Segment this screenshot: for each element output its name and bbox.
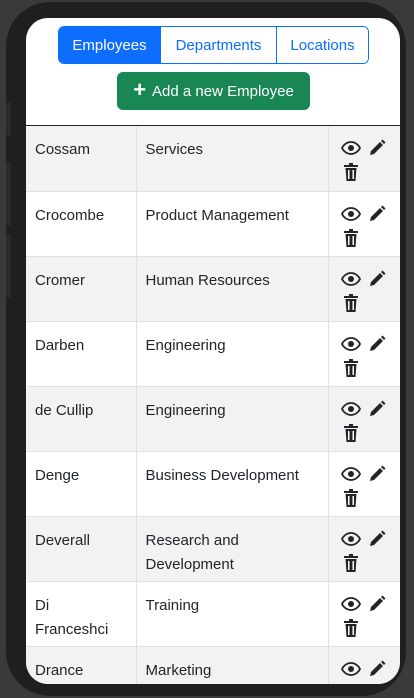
trash-icon[interactable] — [341, 228, 361, 248]
pencil-icon[interactable] — [367, 204, 387, 224]
employee-table: Cossam Services Crocombe Product Management… — [26, 126, 400, 684]
eye-icon[interactable] — [340, 594, 361, 614]
pencil-icon[interactable] — [367, 269, 387, 289]
table-row: Denge Business Development — [26, 451, 400, 517]
employee-department-cell: Product Management — [136, 191, 329, 257]
eye-icon[interactable] — [340, 464, 361, 484]
eye-icon[interactable] — [340, 138, 361, 158]
table-row: Drance Marketing — [26, 646, 400, 684]
employee-name-cell: Drance — [26, 646, 137, 684]
row-actions — [328, 581, 400, 647]
pencil-icon[interactable] — [367, 529, 387, 549]
table-row: Di Franceshci Training — [26, 581, 400, 647]
row-actions — [328, 386, 400, 452]
employee-department-cell: Engineering — [136, 321, 329, 387]
eye-icon[interactable] — [340, 529, 361, 549]
table-row: Deverall Research and Development — [26, 516, 400, 582]
employee-name-cell: Denge — [26, 451, 137, 517]
trash-icon[interactable] — [341, 162, 361, 182]
tab-locations[interactable]: Locations — [276, 27, 368, 63]
table-row: Cossam Services — [26, 126, 400, 192]
employee-department-cell: Business Development — [136, 451, 329, 517]
employee-department-cell: Marketing — [136, 646, 329, 684]
row-actions — [328, 451, 400, 517]
nav-tabs: Employees Departments Locations — [58, 26, 369, 64]
employee-name-cell: de Cullip — [26, 386, 137, 452]
tab-employees[interactable]: Employees — [59, 27, 160, 63]
pencil-icon[interactable] — [367, 334, 387, 354]
row-actions — [328, 321, 400, 387]
employee-name-cell: Darben — [26, 321, 137, 387]
app-screen: Employees Departments Locations + Add a … — [26, 18, 400, 684]
trash-icon[interactable] — [341, 293, 361, 313]
pencil-icon[interactable] — [367, 659, 387, 679]
tab-departments[interactable]: Departments — [160, 27, 276, 63]
row-actions — [328, 191, 400, 257]
side-button — [6, 234, 11, 298]
header: Employees Departments Locations + Add a … — [26, 18, 400, 126]
phone-frame: Employees Departments Locations + Add a … — [6, 2, 406, 696]
side-button — [6, 102, 11, 136]
add-employee-button[interactable]: + Add a new Employee — [117, 72, 310, 110]
employee-department-cell: Training — [136, 581, 329, 647]
table-row: Crocombe Product Management — [26, 191, 400, 257]
pencil-icon[interactable] — [367, 138, 387, 158]
employee-department-cell: Research and Development — [136, 516, 329, 582]
trash-icon[interactable] — [341, 358, 361, 378]
employee-department-cell: Services — [136, 126, 329, 192]
employee-name-cell: Deverall — [26, 516, 137, 582]
trash-icon[interactable] — [341, 488, 361, 508]
eye-icon[interactable] — [340, 269, 361, 289]
employee-name-cell: Cromer — [26, 256, 137, 322]
add-employee-label: Add a new Employee — [152, 82, 294, 100]
pencil-icon[interactable] — [367, 594, 387, 614]
trash-icon[interactable] — [341, 423, 361, 443]
table-row: de Cullip Engineering — [26, 386, 400, 452]
row-actions — [328, 516, 400, 582]
row-actions — [328, 126, 400, 192]
eye-icon[interactable] — [340, 204, 361, 224]
eye-icon[interactable] — [340, 334, 361, 354]
pencil-icon[interactable] — [367, 464, 387, 484]
table-row: Cromer Human Resources — [26, 256, 400, 322]
employee-department-cell: Human Resources — [136, 256, 329, 322]
row-actions — [328, 646, 400, 684]
plus-icon: + — [133, 77, 147, 102]
trash-icon[interactable] — [341, 618, 361, 638]
eye-icon[interactable] — [340, 659, 361, 679]
employee-name-cell: Crocombe — [26, 191, 137, 257]
employee-name-cell: Di Franceshci — [26, 581, 137, 647]
side-button — [6, 162, 11, 226]
employee-name-cell: Cossam — [26, 126, 137, 192]
employee-department-cell: Engineering — [136, 386, 329, 452]
trash-icon[interactable] — [341, 553, 361, 573]
pencil-icon[interactable] — [367, 399, 387, 419]
table-row: Darben Engineering — [26, 321, 400, 387]
row-actions — [328, 256, 400, 322]
trash-icon[interactable] — [341, 683, 361, 684]
eye-icon[interactable] — [340, 399, 361, 419]
